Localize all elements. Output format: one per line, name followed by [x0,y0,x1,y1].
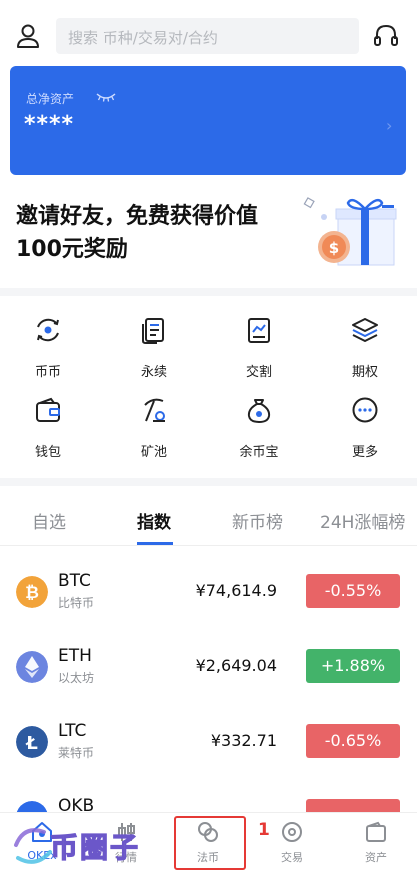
change-badge: -0.65% [306,724,400,758]
grid-item-savings[interactable]: 余币宝 [219,383,299,460]
btc-logo-icon: ₿ [16,576,48,608]
asset-label: 总净资产 [26,92,75,106]
coin-symbol: ETH [58,646,92,666]
active-tab-indicator [137,542,173,545]
tab-gainers[interactable]: 24H涨幅榜 [320,508,405,533]
grid-label: 期权 [351,365,378,380]
highlight-box [174,816,246,870]
coin-name: 莱特币 [58,746,95,760]
svg-text:$: $ [329,239,339,257]
coin-name: 比特币 [58,596,95,610]
coin-name: 以太坊 [58,671,95,685]
coin-price: ¥2,649.04 [195,656,277,675]
grid-label: 余币宝 [239,445,279,460]
chart-document-icon [248,318,270,343]
market-tabs: 自选 指数 新币榜 24H涨幅榜 [0,490,417,546]
coin-price: ¥74,614.9 [195,581,277,600]
grid-item-options[interactable]: 期权 [325,303,405,380]
ticker-row-btc[interactable]: ₿ BTC 比特币 ¥74,614.9 -0.55% [0,556,417,631]
nav-label: 资产 [365,851,387,864]
grid-item-wallet[interactable]: 钱包 [8,383,88,460]
change-badge: -0.55% [306,574,400,608]
chevron-right-icon: › [386,116,393,135]
okb-logo-icon [16,801,48,812]
top-bar: 搜索 币种/交易对/合约 [0,0,417,62]
grid-item-pool[interactable]: 矿池 [114,383,194,460]
watermark-text: 币圈子 [49,830,141,864]
tab-index[interactable]: 指数 [137,508,171,533]
pickaxe-icon [144,398,165,422]
annotation-number: 1 [258,820,270,840]
tab-new-coins[interactable]: 新币榜 [232,508,283,533]
document-icon [142,318,164,344]
wallet-icon [36,397,60,422]
eth-logo-icon [16,651,48,683]
change-badge: +1.88% [306,649,400,683]
svg-text:Ł: Ł [25,733,38,754]
trade-icon [282,822,302,842]
asset-card[interactable]: 总净资产 **** › [10,66,406,175]
coin-symbol: OKB [58,796,95,812]
spot-trade-icon [37,318,59,342]
grid-item-more[interactable]: 更多 [325,383,405,460]
coin-symbol: BTC [58,571,91,591]
money-bag-icon [247,399,271,424]
promo-banner[interactable]: 邀请好友，免费获得价值100元奖励 $ [0,185,417,285]
headset-icon[interactable] [372,22,400,50]
tab-watchlist[interactable]: 自选 [32,508,66,533]
coin-symbol: LTC [58,721,87,741]
nav-assets[interactable]: 资产 [346,819,406,865]
grid-item-futures[interactable]: 交割 [219,303,299,380]
more-icon [352,397,378,423]
grid-label: 更多 [351,445,378,460]
ticker-row-eth[interactable]: ETH 以太坊 ¥2,649.04 +1.88% [0,631,417,706]
grid-label: 钱包 [34,445,61,460]
promo-title: 邀请好友，免费获得价值100元奖励 [16,204,259,262]
change-badge [306,799,400,812]
nav-trade[interactable]: 交易 [262,819,322,865]
grid-item-spot[interactable]: 币币 [8,303,88,380]
ticker-row-ltc[interactable]: Ł LTC 莱特币 ¥332.71 -0.65% [0,706,417,781]
gift-icon: $ [303,197,397,266]
eye-closed-icon[interactable] [96,91,116,103]
layers-icon [352,318,378,342]
svg-text:₿: ₿ [25,583,39,603]
grid-item-perpetual[interactable]: 永续 [114,303,194,380]
grid-label: 矿池 [140,445,167,460]
nav-label: 交易 [281,851,303,864]
feature-grid: 币币 永续 交割 期权 钱包 矿池 余币宝 更多 [0,303,417,473]
user-icon[interactable] [14,22,42,50]
grid-label: 交割 [245,365,272,380]
search-input[interactable]: 搜索 币种/交易对/合约 [56,18,359,54]
search-placeholder: 搜索 币种/交易对/合约 [68,29,218,47]
coin-price: ¥332.71 [210,731,277,750]
grid-label: 永续 [140,365,167,380]
ticker-row-okb[interactable]: OKB [0,781,417,812]
grid-label: 币币 [34,365,61,380]
assets-wallet-icon [366,821,386,842]
ltc-logo-icon: Ł [16,726,48,758]
asset-value: **** [24,112,75,137]
